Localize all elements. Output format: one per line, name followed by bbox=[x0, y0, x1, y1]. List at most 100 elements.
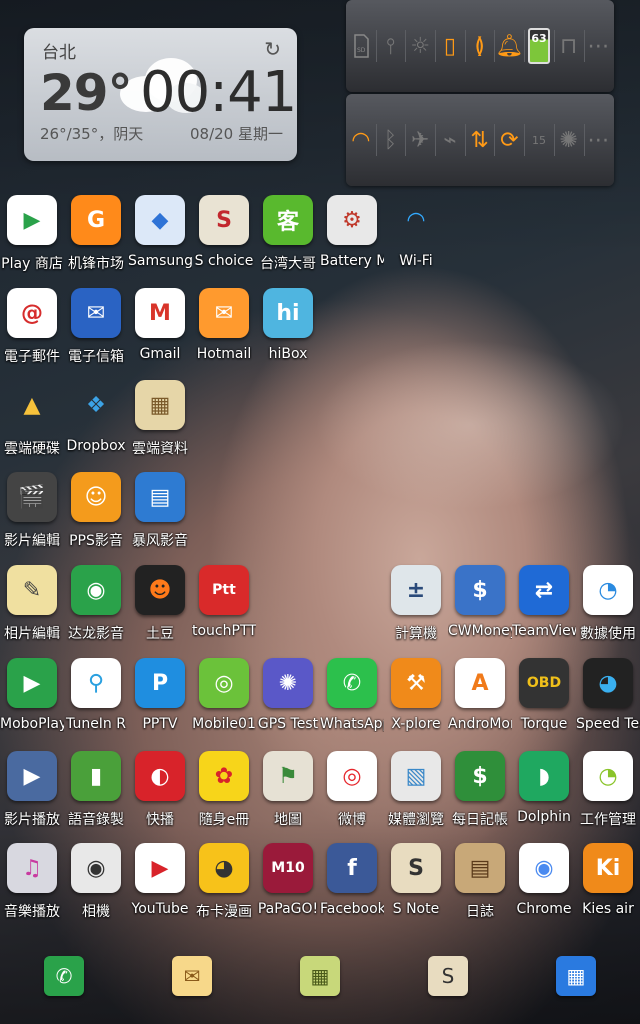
app-label: 數據使用 bbox=[580, 626, 636, 642]
sd-card-icon[interactable]: SD bbox=[346, 0, 376, 92]
rotation-icon[interactable]: ▯ bbox=[435, 0, 465, 92]
app-shortcut[interactable]: ⚑ 地圖 bbox=[256, 751, 320, 841]
app-shortcut[interactable]: ▦ 雲端資料 bbox=[128, 380, 192, 470]
app-shortcut[interactable]: $ CWMoney bbox=[448, 565, 512, 655]
app-shortcut[interactable]: ▮ 語音錄製 bbox=[64, 751, 128, 841]
app-shortcut[interactable]: 客台湾大哥 bbox=[256, 195, 320, 285]
app-shortcut[interactable]: Ptt touchPTT bbox=[192, 565, 256, 655]
bluetooth-icon[interactable]: ᛒ bbox=[375, 94, 406, 186]
app-icon: ✆ bbox=[327, 658, 377, 708]
flashlight-icon[interactable]: ☼ bbox=[405, 0, 435, 92]
clock-weather-widget[interactable]: 台北 ↻ 29° 00:41 26°/35°，阴天 08/20 星期一 bbox=[24, 28, 297, 161]
app-shortcut[interactable]: ▤ 日誌 bbox=[448, 843, 512, 933]
app-shortcut[interactable]: OBD Torque bbox=[512, 658, 576, 748]
app-label: X-plore bbox=[391, 716, 441, 732]
app-shortcut[interactable]: ◐ 快播 bbox=[128, 751, 192, 841]
app-shortcut[interactable]: ▶ Play 商店 bbox=[0, 195, 64, 285]
app-label: S choice bbox=[194, 253, 254, 269]
app-label: PPS影音 bbox=[69, 533, 123, 549]
app-shortcut[interactable]: f Facebook bbox=[320, 843, 384, 933]
app-shortcut[interactable]: ▶ MoboPlayer bbox=[0, 658, 64, 748]
app-shortcut[interactable]: ◎ 微博 bbox=[320, 751, 384, 841]
app-label: PaPaGO! bbox=[257, 901, 319, 917]
app-shortcut[interactable]: ☻ 土豆 bbox=[128, 565, 192, 655]
app-shortcut[interactable]: ⚲ TuneIn R bbox=[64, 658, 128, 748]
vibrate-icon[interactable]: ≬ bbox=[464, 0, 495, 92]
app-shortcut[interactable]: ◗ Dolphin bbox=[512, 751, 576, 841]
battery-icon: 63 bbox=[524, 0, 554, 92]
app-shortcut[interactable]: ▲ 雲端硬碟 bbox=[0, 380, 64, 470]
app-shortcut[interactable]: ❖ Dropbox bbox=[64, 380, 128, 470]
app-shortcut[interactable]: ± 計算機 bbox=[384, 565, 448, 655]
app-shortcut[interactable]: M Gmail bbox=[128, 288, 192, 378]
app-shortcut[interactable]: ✎ 相片編輯 bbox=[0, 565, 64, 655]
calendar-icon[interactable]: ▦ bbox=[300, 956, 340, 996]
more-icon[interactable]: ⋯ bbox=[583, 0, 614, 92]
app-shortcut[interactable]: ◕ Speed Test bbox=[576, 658, 640, 748]
app-icon: ◎ bbox=[199, 658, 249, 708]
app-shortcut[interactable]: ◆ Samsung bbox=[128, 195, 192, 285]
app-shortcut[interactable]: ▶ YouTube bbox=[128, 843, 192, 933]
app-shortcut[interactable]: 🎬 影片編輯 bbox=[0, 472, 64, 562]
app-shortcut[interactable]: ✆ WhatsApp bbox=[320, 658, 384, 748]
app-shortcut[interactable]: ⚙ Battery M bbox=[320, 195, 384, 285]
app-shortcut[interactable]: ◎ Mobile01 bbox=[192, 658, 256, 748]
app-shortcut[interactable]: ✉ 電子信箱 bbox=[64, 288, 128, 378]
app-icon: A bbox=[455, 658, 505, 708]
snote-icon[interactable]: S bbox=[428, 956, 468, 996]
app-shortcut[interactable]: ☺ PPS影音 bbox=[64, 472, 128, 562]
app-shortcut[interactable]: ✿ 隨身e冊 bbox=[192, 751, 256, 841]
brightness-icon[interactable]: ✺ bbox=[553, 94, 584, 186]
app-icon: ◗ bbox=[519, 751, 569, 801]
app-shortcut[interactable]: ⚒ X-plore bbox=[384, 658, 448, 748]
app-shortcut[interactable]: hi hiBox bbox=[256, 288, 320, 378]
app-shortcut[interactable]: ◉ Chrome bbox=[512, 843, 576, 933]
timeout-icon[interactable]: 15 bbox=[524, 94, 554, 186]
app-shortcut[interactable]: $ 每日記帳 bbox=[448, 751, 512, 841]
app-shortcut[interactable]: ◠ Wi-Fi bbox=[384, 195, 448, 285]
wifi-toggle-icon[interactable]: ◠ bbox=[346, 94, 376, 186]
mobile-data-icon[interactable]: ⇅ bbox=[464, 94, 495, 186]
app-label: 雲端硬碟 bbox=[4, 441, 60, 457]
temperature: 29° bbox=[40, 64, 133, 122]
app-icon: OBD bbox=[519, 658, 569, 708]
app-shortcut[interactable]: ◔ 數據使用 bbox=[576, 565, 640, 655]
usb-icon[interactable]: ⫯ bbox=[375, 0, 406, 92]
ringer-icon[interactable]: 🔔︎ bbox=[494, 0, 524, 92]
app-shortcut[interactable]: ♫ 音樂播放 bbox=[0, 843, 64, 933]
app-drawer-icon[interactable]: ▦ bbox=[556, 956, 596, 996]
app-shortcut[interactable]: ▤ 暴风影音 bbox=[128, 472, 192, 562]
more-icon[interactable]: ⋯ bbox=[583, 94, 614, 186]
app-label: 暴风影音 bbox=[132, 533, 188, 549]
app-shortcut[interactable]: ◔ 工作管理 bbox=[576, 751, 640, 841]
app-shortcut[interactable]: ⇄ TeamViewer bbox=[512, 565, 576, 655]
app-shortcut[interactable]: G 机锋市场 bbox=[64, 195, 128, 285]
app-shortcut[interactable]: ◉ 达龙影音 bbox=[64, 565, 128, 655]
app-shortcut[interactable]: S S Note bbox=[384, 843, 448, 933]
app-icon: ❖ bbox=[86, 392, 106, 418]
app-shortcut[interactable]: ▧ 媒體瀏覽 bbox=[384, 751, 448, 841]
app-shortcut[interactable]: P PPTV bbox=[128, 658, 192, 748]
app-shortcut[interactable]: @ 電子郵件 bbox=[0, 288, 64, 378]
app-shortcut[interactable]: A AndroMoney bbox=[448, 658, 512, 748]
app-shortcut[interactable]: M10 PaPaGO! bbox=[256, 843, 320, 933]
gps-icon[interactable]: ⌁ bbox=[435, 94, 465, 186]
clock-time: 00:41 bbox=[140, 60, 297, 125]
app-shortcut[interactable]: Ki Kies air bbox=[576, 843, 640, 933]
airplane-icon[interactable]: ✈ bbox=[405, 94, 435, 186]
app-shortcut[interactable]: ◉ 相機 bbox=[64, 843, 128, 933]
app-icon: ◆ bbox=[135, 195, 185, 245]
app-shortcut[interactable]: S S choice bbox=[192, 195, 256, 285]
sync-icon[interactable]: ⟳ bbox=[494, 94, 524, 186]
app-shortcut[interactable]: ▶ 影片播放 bbox=[0, 751, 64, 841]
messaging-icon[interactable]: ✉ bbox=[172, 956, 212, 996]
app-shortcut[interactable]: ✺ GPS Test bbox=[256, 658, 320, 748]
lock-icon[interactable]: ⊓ bbox=[553, 0, 584, 92]
app-icon: M bbox=[135, 288, 185, 338]
app-label: Speed Test bbox=[576, 716, 640, 732]
app-shortcut[interactable]: ✉ Hotmail bbox=[192, 288, 256, 378]
app-shortcut[interactable]: ◕ 布卡漫画 bbox=[192, 843, 256, 933]
app-label: Battery M bbox=[320, 253, 384, 269]
refresh-icon[interactable]: ↻ bbox=[264, 37, 281, 61]
phone-icon[interactable]: ✆ bbox=[44, 956, 84, 996]
